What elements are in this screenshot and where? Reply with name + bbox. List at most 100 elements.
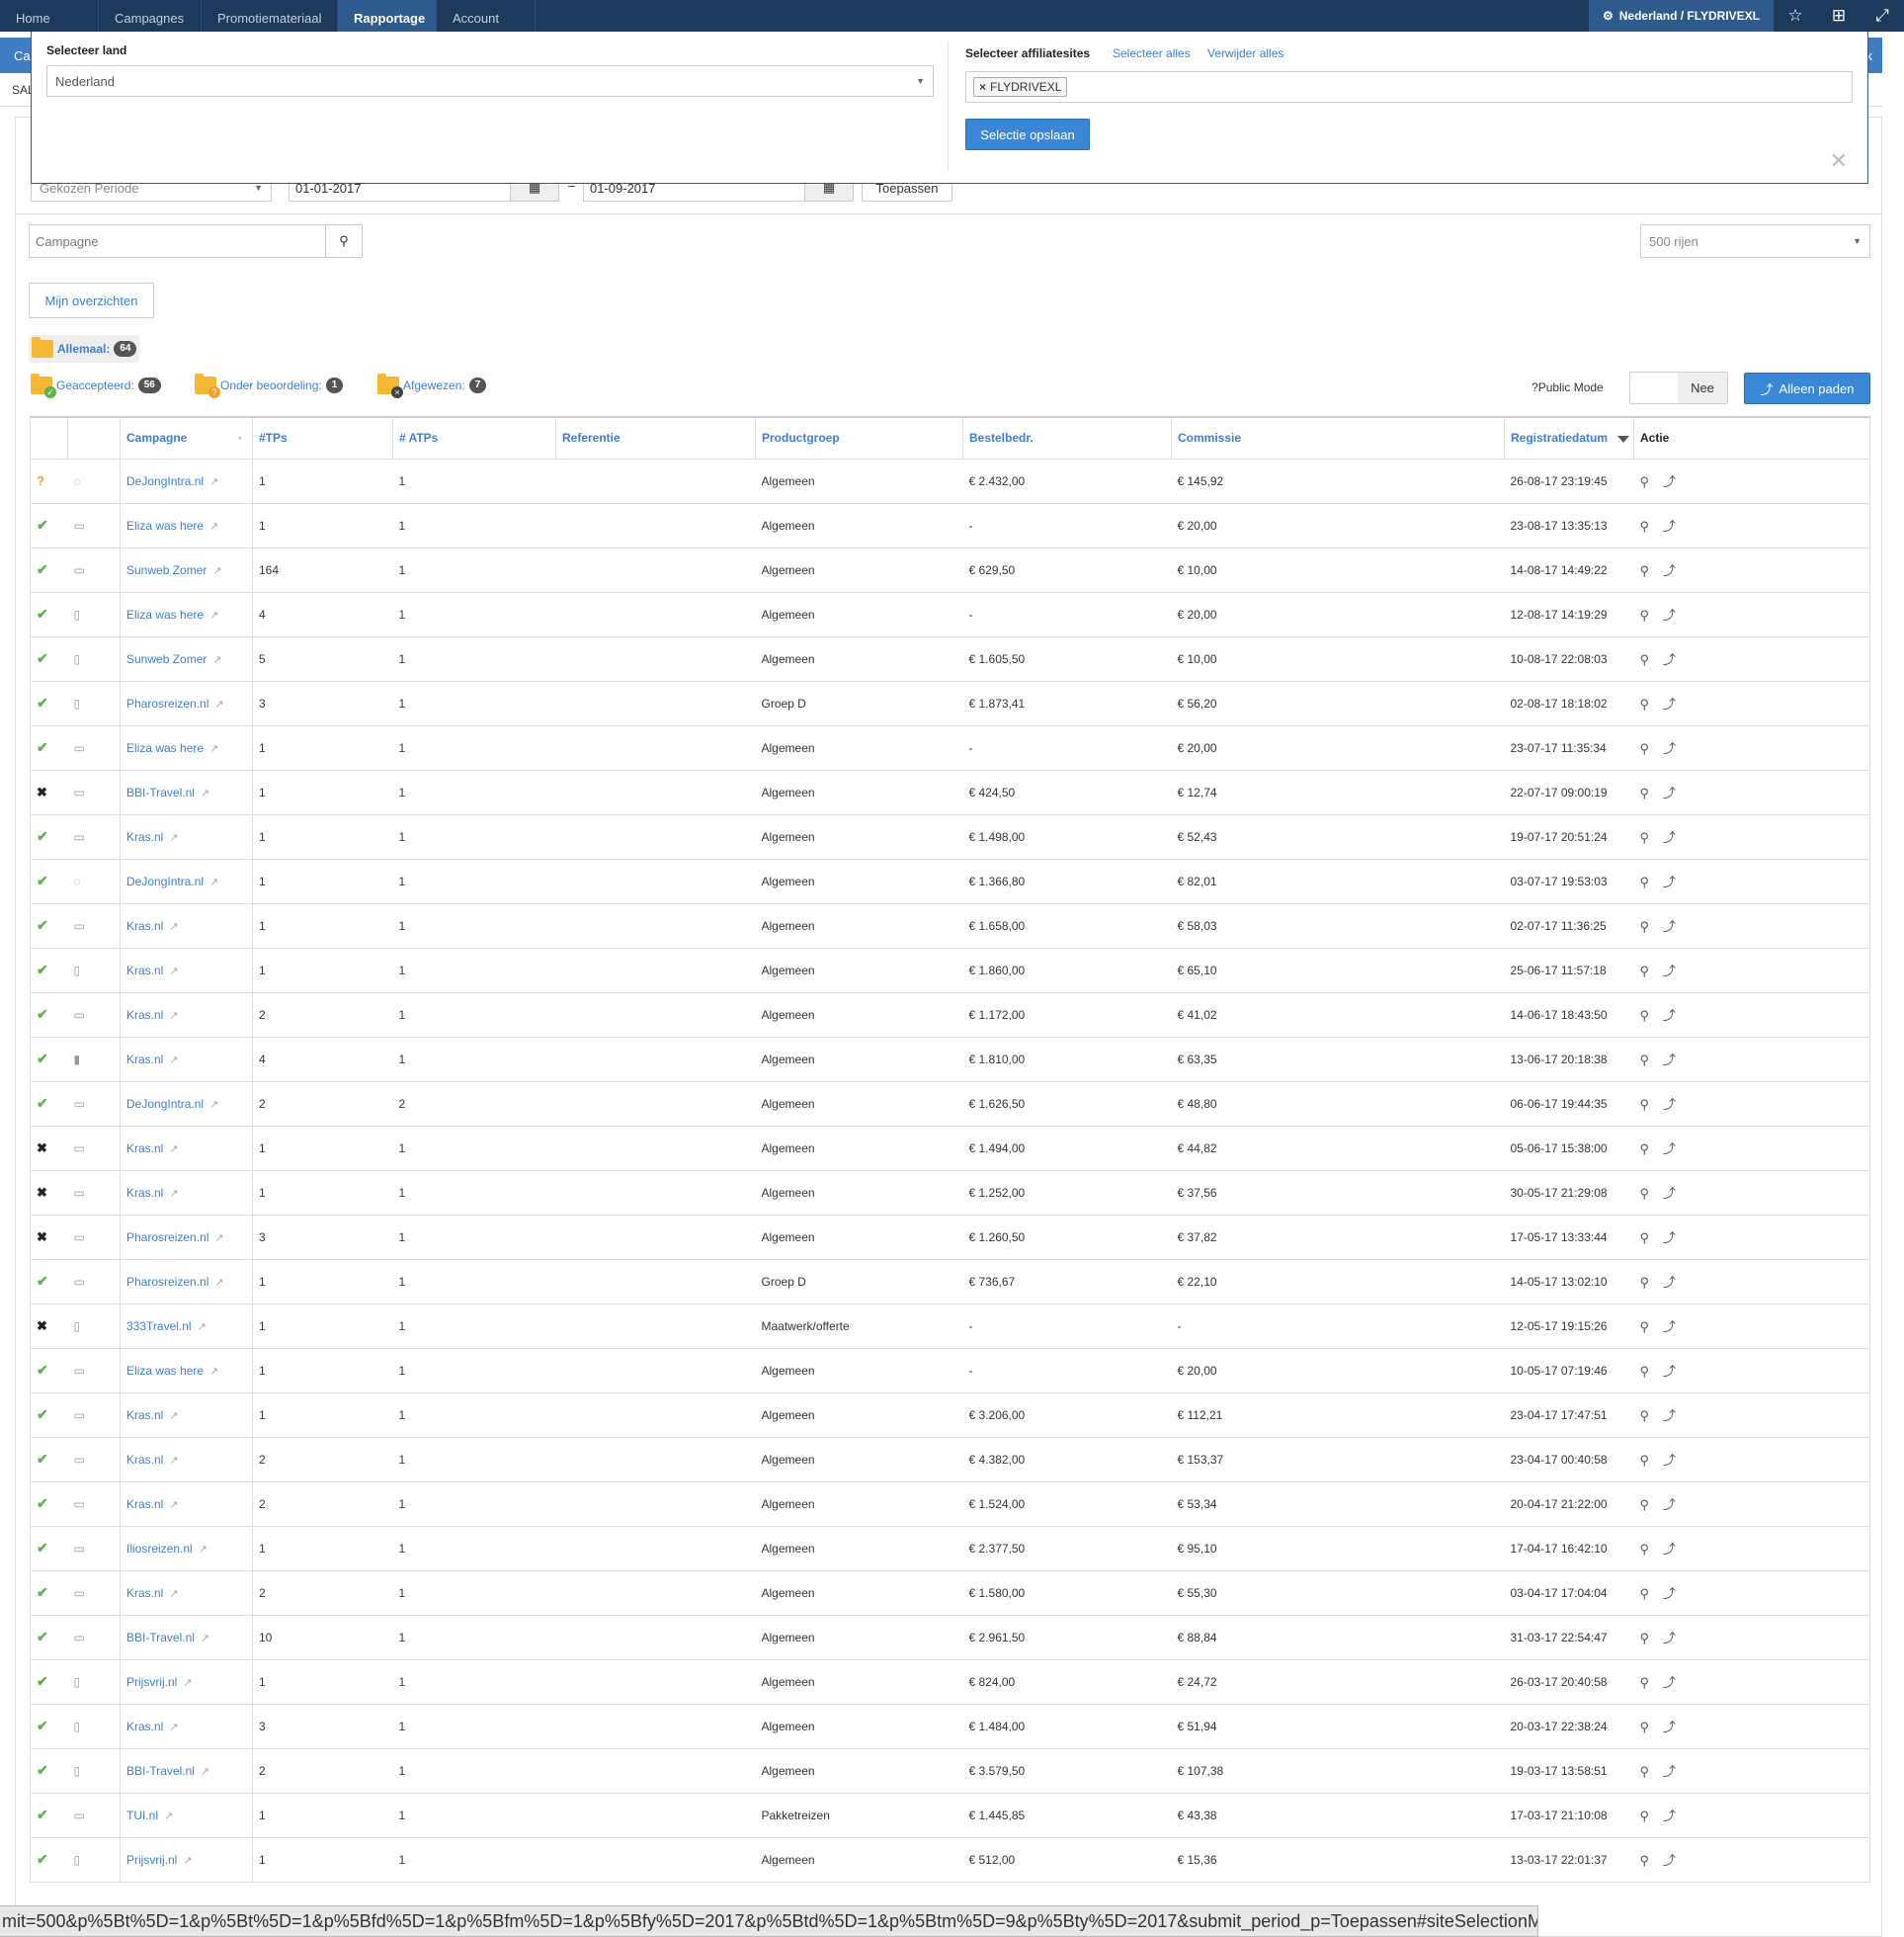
campaign-search-input[interactable]: Campagne <box>29 224 326 258</box>
campaign-link[interactable]: DeJongIntra.nl <box>126 474 204 488</box>
path-icon[interactable]: ⤴ <box>1663 1186 1676 1201</box>
campaign-link[interactable]: Kras.nl <box>126 1453 163 1467</box>
path-icon[interactable]: ⤴ <box>1663 1853 1676 1868</box>
campaign-link[interactable]: Kras.nl <box>126 1720 163 1733</box>
path-icon[interactable]: ⤴ <box>1663 830 1676 845</box>
campaign-link[interactable]: Iliosreizen.nl <box>126 1542 193 1556</box>
external-link-icon[interactable]: ↗ <box>214 699 223 711</box>
sitemap-icon[interactable]: ⊞ <box>1817 0 1861 32</box>
campaign-link[interactable]: Sunweb Zomer <box>126 652 207 666</box>
col-commissie[interactable]: Commissie <box>1171 416 1505 460</box>
external-link-icon[interactable]: ↗ <box>198 1321 207 1333</box>
path-icon[interactable]: ⤴ <box>1663 1764 1676 1779</box>
search-icon[interactable]: ⚲ <box>1640 1186 1650 1201</box>
path-icon[interactable]: ⤴ <box>1663 741 1676 756</box>
search-icon[interactable]: ⚲ <box>1640 1275 1650 1290</box>
campaign-link[interactable]: Kras.nl <box>126 830 163 844</box>
tab-home[interactable]: Home <box>0 0 99 32</box>
path-icon[interactable]: ⤴ <box>1663 1720 1676 1734</box>
external-link-icon[interactable]: ↗ <box>209 521 218 533</box>
search-icon[interactable]: ⚲ <box>1640 1230 1650 1245</box>
path-icon[interactable]: ⤴ <box>1663 1675 1676 1690</box>
search-icon[interactable]: ⚲ <box>325 224 363 258</box>
search-icon[interactable]: ⚲ <box>1640 1497 1650 1512</box>
path-icon[interactable]: ⤴ <box>1663 1809 1676 1823</box>
save-selection-button[interactable]: Selectie opslaan <box>965 119 1090 150</box>
path-icon[interactable]: ⤴ <box>1663 1631 1676 1645</box>
only-paths-button[interactable]: ⤴ Alleen paden <box>1744 373 1870 404</box>
path-icon[interactable]: ⤴ <box>1663 1008 1676 1023</box>
search-icon[interactable]: ⚲ <box>1640 1764 1650 1779</box>
search-icon[interactable]: ⚲ <box>1640 1097 1650 1112</box>
campaign-link[interactable]: Sunweb Zomer <box>126 563 207 577</box>
path-icon[interactable]: ⤴ <box>1663 1408 1676 1423</box>
my-overviews-button[interactable]: Mijn overzichten <box>29 283 154 318</box>
path-icon[interactable]: ⤴ <box>1663 1141 1676 1156</box>
search-icon[interactable]: ⚲ <box>1640 1542 1650 1557</box>
external-link-icon[interactable]: ↗ <box>169 1455 178 1467</box>
public-mode-toggle[interactable]: Nee <box>1629 372 1728 404</box>
campaign-link[interactable]: Kras.nl <box>126 1008 163 1022</box>
col-bestelbedr[interactable]: Bestelbedr. <box>962 416 1172 460</box>
campaign-link[interactable]: DeJongIntra.nl <box>126 875 204 888</box>
campaign-link[interactable]: BBI-Travel.nl <box>126 786 195 800</box>
path-icon[interactable]: ⤴ <box>1663 519 1676 534</box>
search-icon[interactable]: ⚲ <box>1640 1586 1650 1601</box>
folder-all[interactable]: Allemaal: 64 <box>29 335 140 363</box>
country-selector[interactable]: ⚙ Nederland / FLYDRIVEXL <box>1588 0 1774 32</box>
remove-all-link[interactable]: Verwijder alles <box>1207 46 1283 60</box>
search-icon[interactable]: ⚲ <box>1640 1453 1650 1468</box>
external-link-icon[interactable]: ↗ <box>212 565 221 577</box>
search-icon[interactable]: ⚲ <box>1640 563 1650 578</box>
search-icon[interactable]: ⚲ <box>1640 1141 1650 1156</box>
tab-rapportage[interactable]: Rapportage <box>338 0 437 32</box>
external-link-icon[interactable]: ↗ <box>169 1010 178 1022</box>
search-icon[interactable]: ⚲ <box>1640 652 1650 667</box>
campaign-link[interactable]: Kras.nl <box>126 964 163 977</box>
external-link-icon[interactable]: ↗ <box>201 1766 209 1778</box>
folder-review[interactable]: ? Onder beoordeling: 1 <box>195 374 344 398</box>
search-icon[interactable]: ⚲ <box>1640 1720 1650 1734</box>
search-icon[interactable]: ⚲ <box>1640 1631 1650 1645</box>
external-link-icon[interactable]: ↗ <box>214 1232 223 1244</box>
campaign-link[interactable]: Eliza was here <box>126 1364 204 1378</box>
external-link-icon[interactable]: ↗ <box>169 1410 178 1422</box>
search-icon[interactable]: ⚲ <box>1640 1675 1650 1690</box>
campaign-link[interactable]: Kras.nl <box>126 1141 163 1155</box>
external-link-icon[interactable]: ↗ <box>169 1722 178 1733</box>
external-link-icon[interactable]: ↗ <box>212 654 221 666</box>
campaign-link[interactable]: Pharosreizen.nl <box>126 1230 208 1244</box>
campaign-link[interactable]: Eliza was here <box>126 519 204 533</box>
campaign-link[interactable]: TUI.nl <box>126 1809 158 1822</box>
folder-accepted[interactable]: ✓ Geaccepteerd: 56 <box>31 374 161 398</box>
campaign-link[interactable]: Kras.nl <box>126 1186 163 1200</box>
col-referentie[interactable]: Referentie <box>555 416 756 460</box>
col-campagne[interactable]: Campagne ▪ <box>120 416 253 460</box>
campaign-link[interactable]: Pharosreizen.nl <box>126 1275 208 1289</box>
tab-account[interactable]: Account <box>437 0 536 32</box>
col-registratiedatum[interactable]: Registratiedatum <box>1504 416 1634 460</box>
campaign-link[interactable]: Eliza was here <box>126 741 204 755</box>
search-icon[interactable]: ⚲ <box>1640 830 1650 845</box>
external-link-icon[interactable]: ↗ <box>183 1855 192 1867</box>
path-icon[interactable]: ⤴ <box>1663 786 1676 800</box>
external-link-icon[interactable]: ↗ <box>169 1188 178 1200</box>
search-icon[interactable]: ⚲ <box>1640 1008 1650 1023</box>
external-link-icon[interactable]: ↗ <box>209 743 218 755</box>
external-link-icon[interactable]: ↗ <box>183 1677 192 1689</box>
campaign-link[interactable]: BBI-Travel.nl <box>126 1764 195 1778</box>
campaign-link[interactable]: Prijsvrij.nl <box>126 1675 177 1689</box>
external-link-icon[interactable]: ↗ <box>169 1499 178 1511</box>
campaign-link[interactable]: 333Travel.nl <box>126 1319 192 1333</box>
path-icon[interactable]: ⤴ <box>1663 1497 1676 1512</box>
campaign-link[interactable]: BBI-Travel.nl <box>126 1631 195 1644</box>
star-icon[interactable]: ☆ <box>1774 0 1817 32</box>
remove-tag-icon[interactable]: × <box>979 80 986 94</box>
search-icon[interactable]: ⚲ <box>1640 786 1650 800</box>
campaign-link[interactable]: Kras.nl <box>126 1497 163 1511</box>
path-icon[interactable]: ⤴ <box>1663 1319 1676 1334</box>
external-link-icon[interactable]: ↗ <box>169 832 178 844</box>
path-icon[interactable]: ⤴ <box>1663 964 1676 978</box>
campaign-link[interactable]: Kras.nl <box>126 1586 163 1600</box>
search-icon[interactable]: ⚲ <box>1640 1408 1650 1423</box>
